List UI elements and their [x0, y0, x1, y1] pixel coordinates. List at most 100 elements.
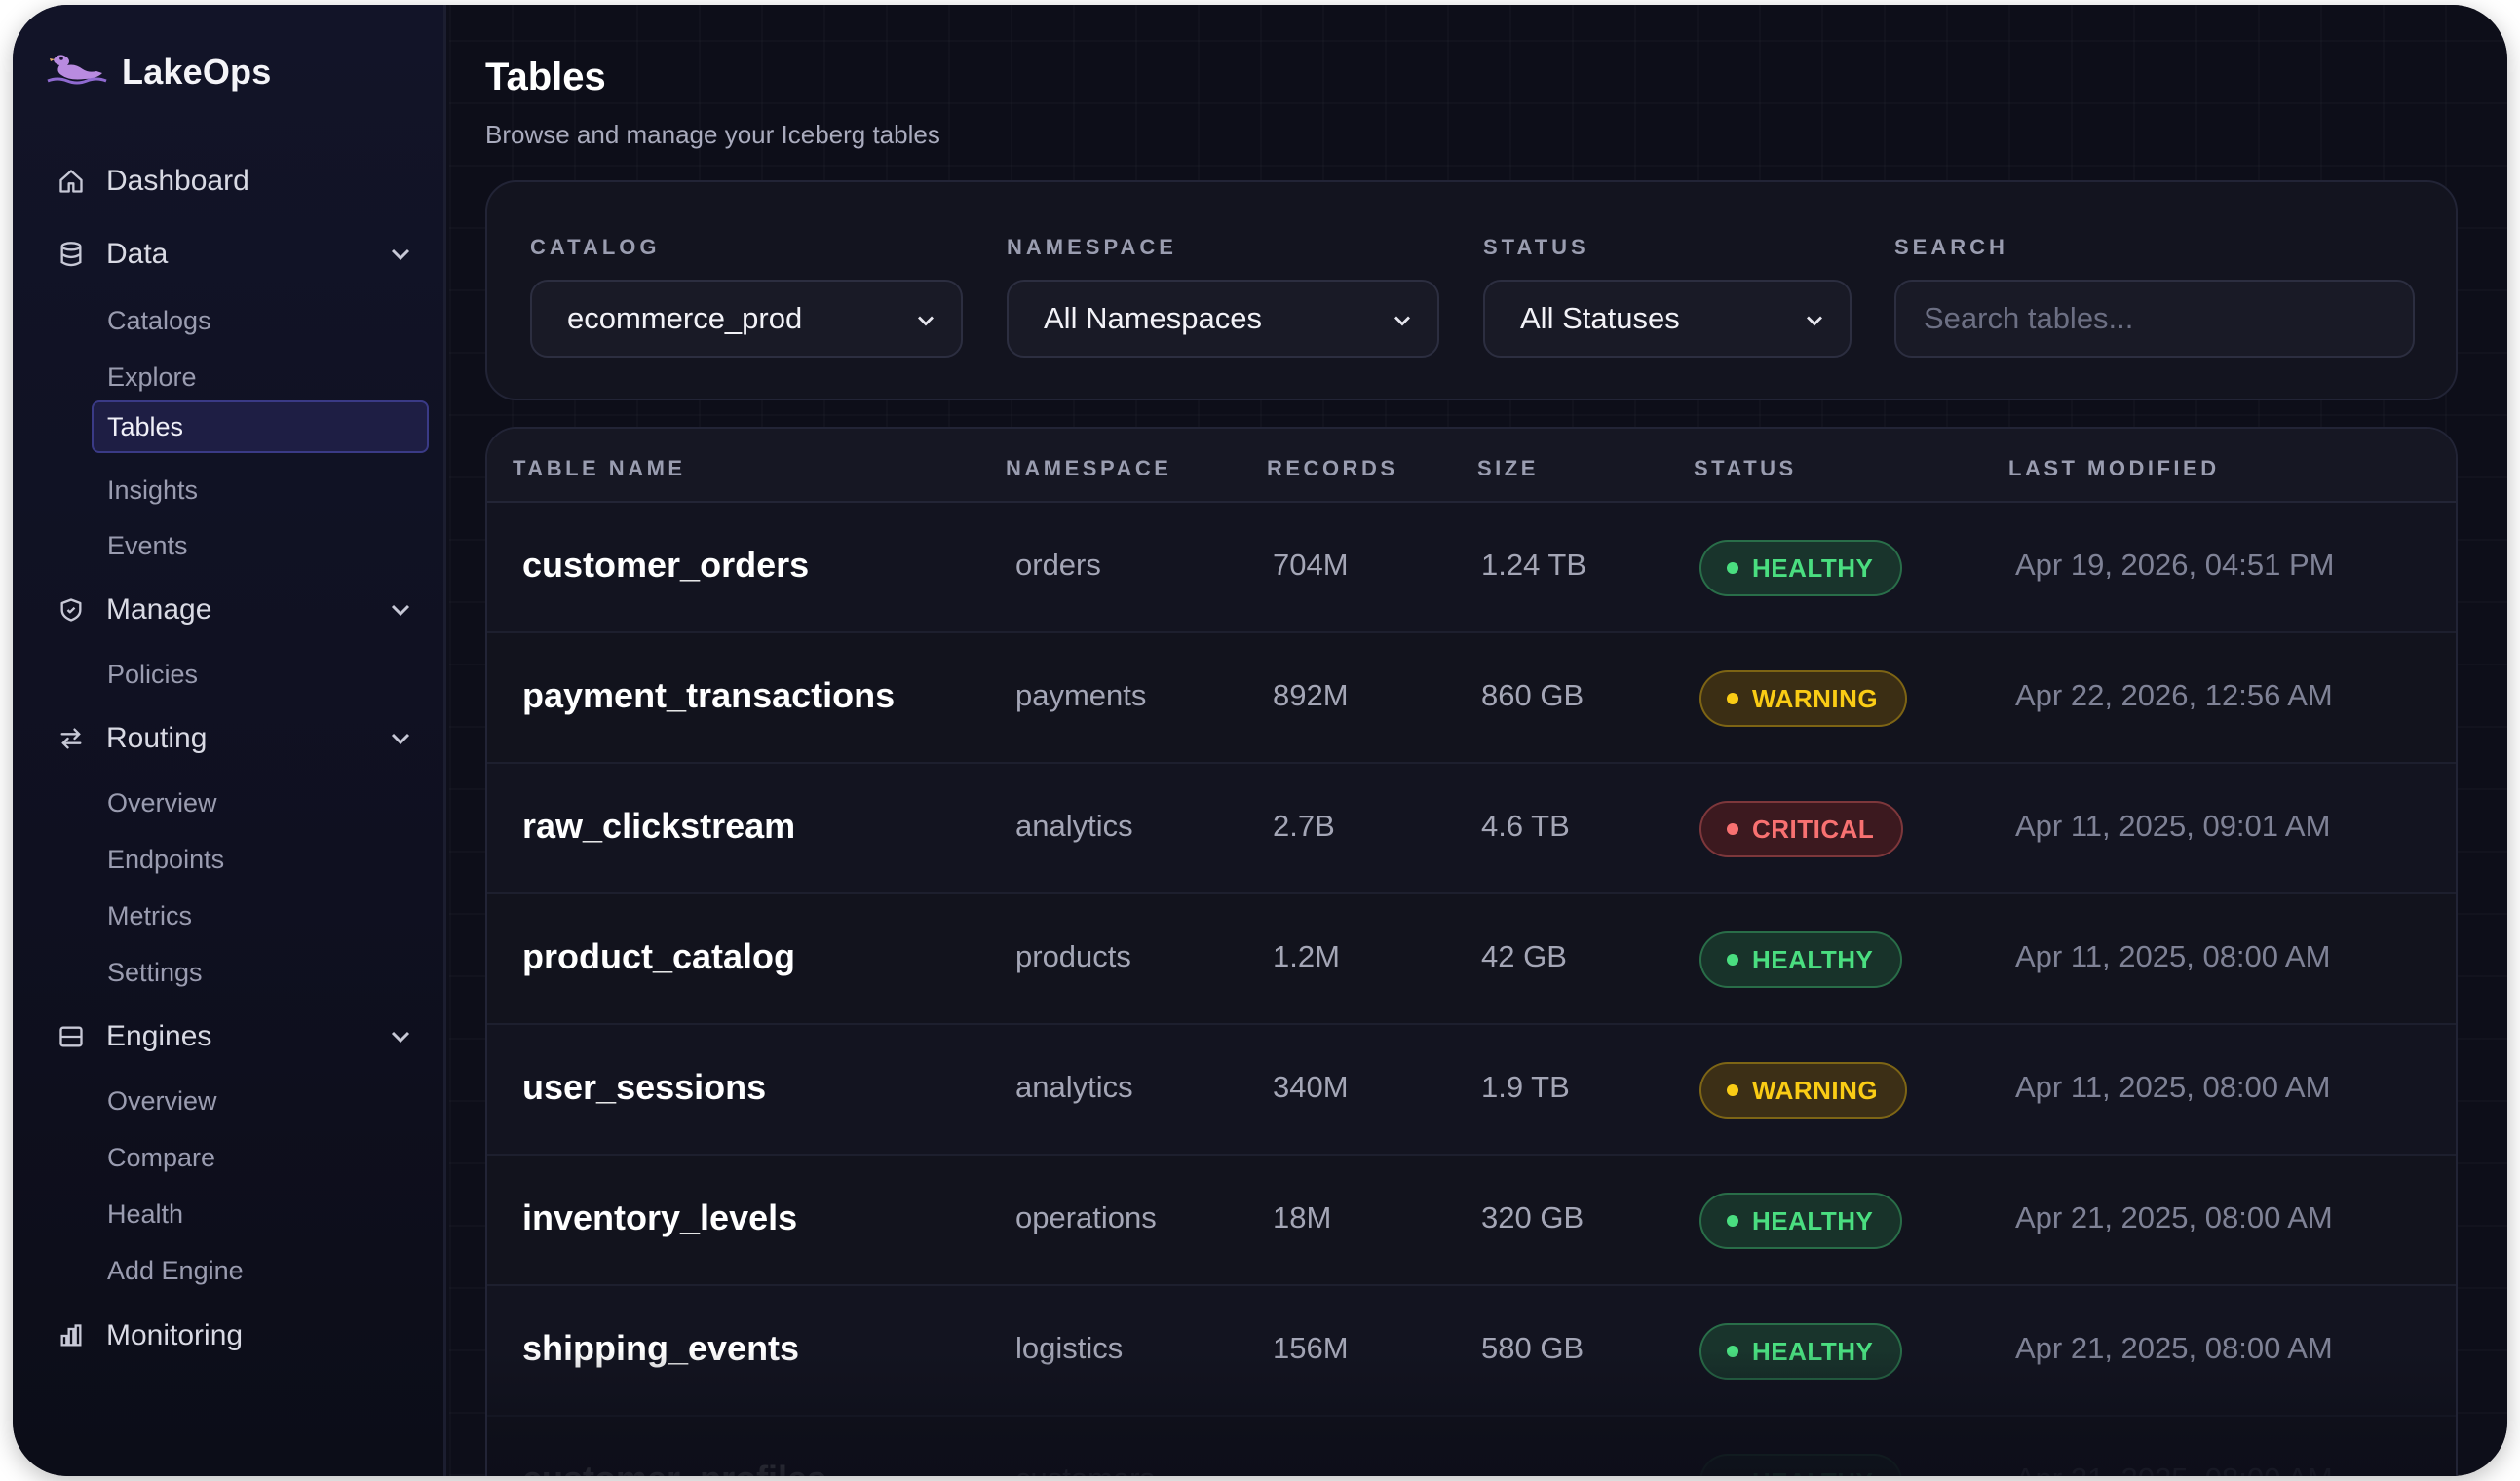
chevron-down-icon[interactable]: [385, 1021, 416, 1052]
sidebar-subitem-health[interactable]: Health: [107, 1195, 183, 1234]
table-name-cell[interactable]: product_catalog: [522, 936, 795, 977]
table-name-cell[interactable]: inventory_levels: [522, 1197, 797, 1238]
table-name-cell[interactable]: raw_clickstream: [522, 806, 795, 847]
status-dot-icon: [1727, 562, 1738, 574]
records-cell: 1.2M: [1273, 939, 1340, 973]
table-name-cell[interactable]: user_sessions: [522, 1067, 766, 1108]
search-input[interactable]: Search tables...: [1894, 280, 2415, 358]
table-name-cell[interactable]: customer_orders: [522, 545, 809, 586]
page-subtitle: Browse and manage your Iceberg tables: [485, 120, 940, 149]
namespace-cell: analytics: [1015, 1070, 1133, 1104]
sidebar-subitem-settings[interactable]: Settings: [107, 953, 203, 992]
size-cell: 1.9 TB: [1481, 1070, 1570, 1104]
search-placeholder: Search tables...: [1924, 301, 2134, 335]
status-dot-icon: [1727, 1215, 1738, 1227]
column-header-status[interactable]: STATUS: [1694, 456, 1797, 481]
sidebar-subitem-policies[interactable]: Policies: [107, 655, 198, 694]
sidebar-item-label: Dashboard: [106, 165, 249, 197]
sidebar-subitem-tables[interactable]: Tables: [107, 410, 183, 443]
table-row[interactable]: customer_profiles customers --- --- Apr 21, …: [487, 1417, 2456, 1476]
last-modified-cell: Apr 21, 2025, 08:00 AM: [2015, 1331, 2333, 1365]
namespace-cell: products: [1015, 939, 1131, 973]
sidebar-subitem-endpoints[interactable]: Endpoints: [107, 840, 224, 879]
sidebar-item-engines[interactable]: Engines: [56, 1009, 416, 1064]
status-label: STATUS: [1483, 235, 1589, 259]
namespace-label: NAMESPACE: [1007, 235, 1177, 259]
last-modified-cell: Apr 11, 2025, 08:00 AM: [2015, 939, 2331, 973]
sidebar-item-label: Data: [106, 238, 169, 270]
sidebar-subitem-catalogs[interactable]: Catalogs: [107, 301, 211, 340]
status-dot-icon: [1727, 954, 1738, 966]
catalog-select[interactable]: ecommerce_prod: [530, 280, 963, 358]
table-row[interactable]: payment_transactions payments 892M 860 GB Ap…: [487, 633, 2456, 764]
chevron-down-icon: [912, 307, 939, 334]
column-header-last-modified[interactable]: LAST MODIFIED: [2008, 456, 2220, 481]
records-cell: 892M: [1273, 678, 1349, 712]
chevron-down-icon[interactable]: [385, 239, 416, 270]
catalog-value: ecommerce_prod: [567, 301, 803, 335]
status-badge: HEALTHY: [1699, 1193, 1903, 1249]
table-name-cell[interactable]: payment_transactions: [522, 675, 895, 716]
status-label: WARNING: [1752, 1075, 1879, 1105]
table-header: TABLE NAME NAMESPACE RECORDS SIZE STATUS…: [487, 429, 2456, 503]
last-modified-cell: Apr 21, 2025, 08:00 AM: [2015, 1462, 2333, 1476]
sidebar-subitem-explore[interactable]: Explore: [107, 358, 197, 397]
table-row[interactable]: raw_clickstream analytics 2.7B 4.6 TB Apr 11…: [487, 764, 2456, 894]
table-row[interactable]: user_sessions analytics 340M 1.9 TB Apr 11, …: [487, 1025, 2456, 1156]
chevron-down-icon[interactable]: [385, 723, 416, 754]
status-select[interactable]: All Statuses: [1483, 280, 1852, 358]
shield-icon: [56, 594, 87, 626]
filter-panel: CATALOG ecommerce_prod NAMESPACE All Nam…: [485, 180, 2458, 400]
sidebar-item-manage[interactable]: Manage: [56, 583, 416, 637]
table-row[interactable]: inventory_levels operations 18M 320 GB Apr 2…: [487, 1156, 2456, 1286]
size-cell: ---: [1481, 1462, 1511, 1476]
size-cell: 4.6 TB: [1481, 809, 1570, 843]
chevron-down-icon: [1389, 307, 1416, 334]
size-cell: 320 GB: [1481, 1200, 1585, 1234]
chevron-down-icon: [1801, 307, 1828, 334]
column-header-size[interactable]: SIZE: [1477, 456, 1539, 481]
table-name-cell[interactable]: shipping_events: [522, 1328, 799, 1369]
status-badge: HEALTHY: [1699, 931, 1903, 988]
column-header-records[interactable]: RECORDS: [1267, 456, 1398, 481]
namespace-cell: operations: [1015, 1200, 1157, 1234]
sidebar-item-monitoring[interactable]: Monitoring: [56, 1309, 416, 1363]
namespace-select[interactable]: All Namespaces: [1007, 280, 1439, 358]
sidebar-subitem-routing-overview[interactable]: Overview: [107, 783, 217, 822]
column-header-namespace[interactable]: NAMESPACE: [1006, 456, 1171, 481]
status-dot-icon: [1727, 1084, 1738, 1096]
status-label: HEALTHY: [1752, 1467, 1873, 1477]
table-row[interactable]: customer_orders orders 704M 1.24 TB Apr 19, …: [487, 503, 2456, 633]
sidebar-subitem-engines-overview[interactable]: Overview: [107, 1082, 217, 1120]
table-row[interactable]: shipping_events logistics 156M 580 GB Apr 21…: [487, 1286, 2456, 1417]
column-header-table-name[interactable]: TABLE NAME: [513, 456, 686, 481]
status-badge: WARNING: [1699, 1062, 1908, 1119]
sidebar-subitem-compare[interactable]: Compare: [107, 1138, 215, 1177]
records-cell: 340M: [1273, 1070, 1349, 1104]
search-label: SEARCH: [1894, 235, 2008, 259]
catalog-label: CATALOG: [530, 235, 661, 259]
database-icon: [56, 239, 87, 270]
sidebar-item-label: Manage: [106, 593, 212, 626]
status-dot-icon: [1727, 1346, 1738, 1357]
namespace-cell: payments: [1015, 678, 1147, 712]
sidebar-subitem-metrics[interactable]: Metrics: [107, 896, 192, 935]
table-row[interactable]: product_catalog products 1.2M 42 GB Apr 11, …: [487, 894, 2456, 1025]
sidebar-item-label: Engines: [106, 1020, 212, 1052]
status-badge: HEALTHY: [1699, 540, 1903, 596]
status-badge: CRITICAL: [1699, 801, 1904, 857]
sidebar-subitem-events[interactable]: Events: [107, 526, 188, 565]
namespace-value: All Namespaces: [1044, 301, 1262, 335]
brand[interactable]: LakeOps: [46, 50, 271, 94]
sidebar-item-dashboard[interactable]: Dashboard: [56, 154, 416, 209]
sidebar-item-routing[interactable]: Routing: [56, 711, 416, 766]
sidebar-subitem-insights[interactable]: Insights: [107, 471, 198, 510]
sidebar-item-data[interactable]: Data: [56, 227, 416, 282]
sidebar-subitem-add-engine[interactable]: Add Engine: [107, 1251, 244, 1290]
bar-chart-icon: [56, 1320, 87, 1351]
main-content: Tables Browse and manage your Iceberg ta…: [449, 5, 2507, 1476]
table-name-cell[interactable]: customer_profiles: [522, 1459, 826, 1476]
records-cell: ---: [1273, 1462, 1303, 1476]
chevron-down-icon[interactable]: [385, 594, 416, 626]
namespace-cell: customers: [1015, 1462, 1155, 1476]
